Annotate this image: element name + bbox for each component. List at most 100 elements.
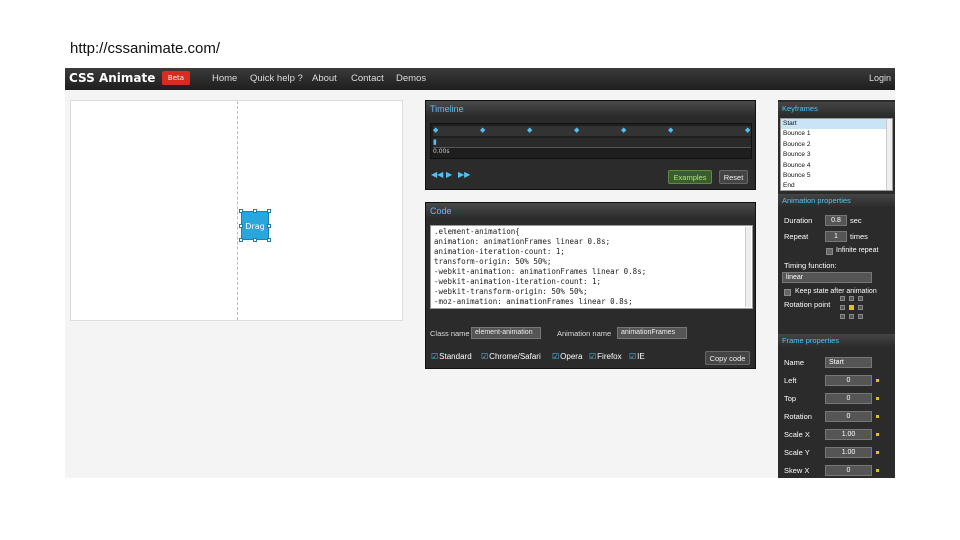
- top-input[interactable]: 0: [825, 393, 872, 404]
- rotation-point-selected[interactable]: [849, 305, 854, 310]
- examples-button[interactable]: Examples: [668, 170, 712, 184]
- code-scrollbar[interactable]: [745, 227, 751, 307]
- duration-input[interactable]: 0.8: [825, 215, 847, 226]
- code-line: transform-origin: 50% 50%;: [434, 257, 552, 266]
- skew-x-label: Skew X: [784, 466, 810, 475]
- nav-home[interactable]: Home: [212, 73, 237, 84]
- reset-button[interactable]: Reset: [719, 170, 748, 184]
- animation-name-input[interactable]: animationFrames: [617, 327, 687, 339]
- playhead-row[interactable]: ▮: [433, 138, 751, 148]
- resize-handle[interactable]: [239, 238, 243, 242]
- nav-demos[interactable]: Demos: [396, 73, 426, 84]
- keyframe-item-bounce-5[interactable]: Bounce 5: [781, 171, 892, 181]
- resize-handle[interactable]: [253, 238, 257, 242]
- rotation-point-option[interactable]: [840, 305, 845, 310]
- site-logo[interactable]: CSS Animate: [69, 71, 155, 85]
- rewind-icon[interactable]: ◀◀: [431, 170, 443, 179]
- keyframe-marker-icon[interactable]: ◆: [745, 126, 750, 134]
- skew-x-input[interactable]: 0: [825, 465, 872, 476]
- nav-contact[interactable]: Contact: [351, 73, 384, 84]
- resize-handle[interactable]: [267, 238, 271, 242]
- fast-forward-icon[interactable]: ▶▶: [458, 170, 470, 179]
- animation-stage: Drag: [70, 100, 403, 321]
- keyframe-item-bounce-3[interactable]: Bounce 3: [781, 150, 892, 160]
- draggable-element[interactable]: Drag: [241, 211, 269, 240]
- keep-state-checkbox[interactable]: [784, 289, 791, 296]
- keyframe-item-bounce-4[interactable]: Bounce 4: [781, 161, 892, 171]
- rotation-input[interactable]: 0: [825, 411, 872, 422]
- animation-name-label: Animation name: [557, 329, 612, 338]
- timeline-time: 0.00s: [433, 148, 450, 155]
- keyframe-item-bounce-1[interactable]: Bounce 1: [781, 129, 892, 139]
- code-line: animation-iteration-count: 1;: [434, 247, 565, 256]
- timeline-track[interactable]: ◆ ◆ ◆ ◆ ◆ ◆ ◆ ▮ 0.00s: [430, 123, 752, 159]
- rotation-point-option[interactable]: [849, 314, 854, 319]
- scale-x-lock-icon[interactable]: [876, 433, 879, 436]
- timing-function-label: Timing function:: [784, 261, 837, 270]
- skew-x-lock-icon[interactable]: [876, 469, 879, 472]
- keyframe-marker-icon[interactable]: ◆: [527, 126, 532, 134]
- playhead-icon[interactable]: ▮: [433, 138, 437, 146]
- scale-x-input[interactable]: 1.00: [825, 429, 872, 440]
- rotation-point-grid[interactable]: [840, 296, 864, 320]
- scale-y-lock-icon[interactable]: [876, 451, 879, 454]
- app-window: CSS Animate Beta Home Quick help ? About…: [65, 68, 895, 478]
- resize-handle[interactable]: [253, 209, 257, 213]
- code-title: Code: [426, 203, 755, 219]
- top-lock-icon[interactable]: [876, 397, 879, 400]
- scale-y-label: Scale Y: [784, 448, 810, 457]
- timing-function-select[interactable]: linear: [782, 272, 872, 283]
- firefox-checkbox[interactable]: ☑Firefox: [589, 352, 622, 361]
- left-label: Left: [784, 376, 797, 385]
- standard-checkbox[interactable]: ☑Standard: [431, 352, 472, 361]
- keyframes-list[interactable]: Start Bounce 1 Bounce 2 Bounce 3 Bounce …: [780, 118, 893, 191]
- repeat-label: Repeat: [784, 232, 809, 241]
- keyframe-item-start[interactable]: Start: [781, 119, 892, 130]
- duration-unit: sec: [850, 216, 862, 225]
- left-input[interactable]: 0: [825, 375, 872, 386]
- keyframe-item-end[interactable]: End: [781, 181, 892, 190]
- code-options-bar: Class name element-animation Animation n…: [426, 321, 755, 367]
- keyframe-marker-icon[interactable]: ◆: [433, 126, 438, 134]
- keyframe-marker-icon[interactable]: ◆: [480, 126, 485, 134]
- keyframes-scrollbar[interactable]: [886, 119, 892, 190]
- rotation-lock-icon[interactable]: [876, 415, 879, 418]
- play-icon[interactable]: ▶: [446, 170, 452, 179]
- login-link[interactable]: Login: [869, 73, 891, 83]
- resize-handle[interactable]: [239, 209, 243, 213]
- keyframe-item-bounce-2[interactable]: Bounce 2: [781, 140, 892, 150]
- code-line: -webkit-animation-iteration-count: 1;: [434, 277, 602, 286]
- rotation-point-label: Rotation point: [784, 300, 831, 309]
- resize-handle[interactable]: [267, 224, 271, 228]
- rotation-point-option[interactable]: [858, 314, 863, 319]
- timeline-panel: Timeline ◆ ◆ ◆ ◆ ◆ ◆ ◆ ▮ 0.00s ◀◀ ▶ ▶▶ E…: [425, 100, 756, 190]
- frame-properties-title: Frame properties: [778, 334, 895, 348]
- rotation-point-option[interactable]: [849, 296, 854, 301]
- class-name-input[interactable]: element-animation: [471, 327, 541, 339]
- nav-quick-help[interactable]: Quick help ?: [250, 73, 303, 84]
- copy-code-button[interactable]: Copy code: [705, 351, 750, 365]
- chrome-safari-checkbox[interactable]: ☑Chrome/Safari: [481, 352, 541, 361]
- repeat-input[interactable]: 1: [825, 231, 847, 242]
- rotation-point-option[interactable]: [858, 296, 863, 301]
- rotation-point-option[interactable]: [858, 305, 863, 310]
- resize-handle[interactable]: [267, 209, 271, 213]
- code-output[interactable]: .element-animation{ animation: animation…: [430, 225, 753, 309]
- rotation-point-option[interactable]: [840, 296, 845, 301]
- opera-checkbox[interactable]: ☑Opera: [552, 352, 582, 361]
- code-line: animation: animationFrames linear 0.8s;: [434, 237, 611, 246]
- ie-checkbox[interactable]: ☑IE: [629, 352, 645, 361]
- duration-label: Duration: [784, 216, 813, 225]
- keyframe-marker-icon[interactable]: ◆: [668, 126, 673, 134]
- resize-handle[interactable]: [239, 224, 243, 228]
- nav-about[interactable]: About: [312, 73, 337, 84]
- frame-name-input[interactable]: Start: [825, 357, 872, 368]
- keyframe-marker-icon[interactable]: ◆: [621, 126, 626, 134]
- scale-x-label: Scale X: [784, 430, 810, 439]
- infinite-repeat-checkbox[interactable]: [826, 248, 833, 255]
- rotation-point-option[interactable]: [840, 314, 845, 319]
- scale-y-input[interactable]: 1.00: [825, 447, 872, 458]
- left-lock-icon[interactable]: [876, 379, 879, 382]
- code-line: .element-animation{: [434, 227, 520, 236]
- keyframe-marker-icon[interactable]: ◆: [574, 126, 579, 134]
